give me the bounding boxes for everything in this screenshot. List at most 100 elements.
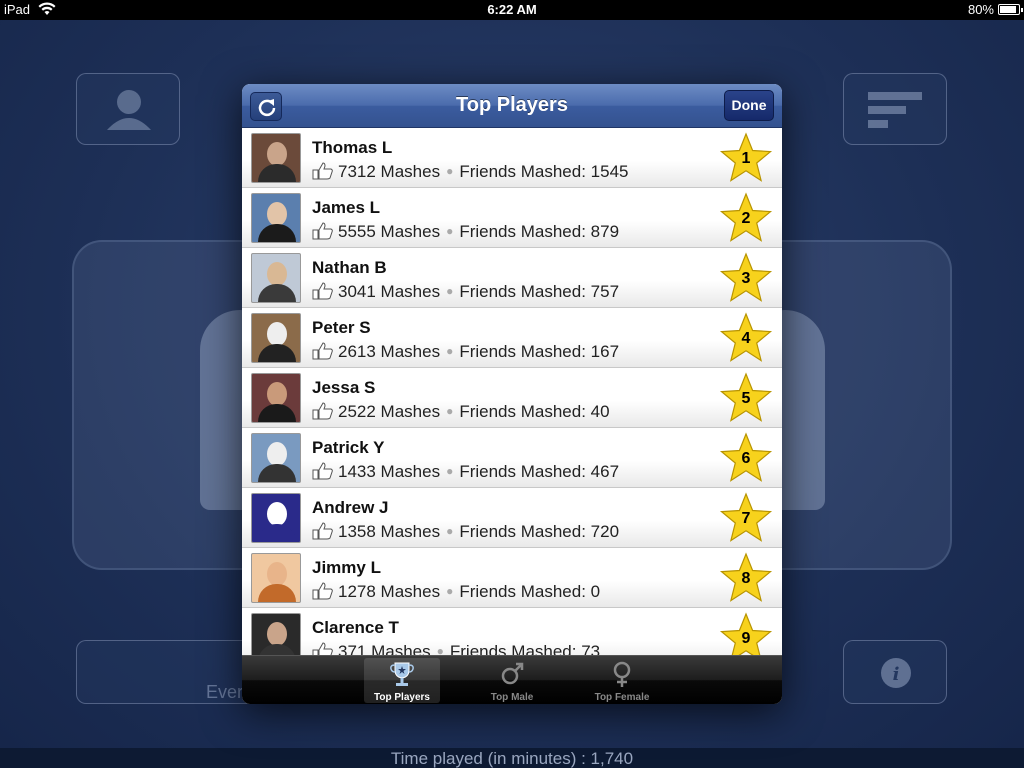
mashes-count: 3041 Mashes [338, 282, 441, 301]
rank-number: 5 [741, 390, 751, 407]
thumbs-up-icon [312, 402, 333, 420]
thumbs-up-icon [312, 642, 333, 655]
rank-number: 1 [741, 150, 751, 167]
player-name: Thomas L [312, 138, 393, 157]
player-stats: 2613 Mashes ● Friends Mashed: 167 [312, 342, 619, 362]
separator-dot: ● [446, 164, 454, 178]
avatar [251, 253, 301, 303]
player-name: Peter S [312, 318, 371, 337]
friends-mashed: Friends Mashed: 1545 [459, 162, 629, 181]
male-symbol-icon [498, 660, 526, 688]
mashes-count: 7312 Mashes [338, 162, 441, 181]
mashes-count: 1358 Mashes [338, 522, 441, 541]
player-stats: 371 Mashes ● Friends Mashed: 73 [312, 642, 600, 655]
separator-dot: ● [446, 284, 454, 298]
player-row[interactable]: Peter S 2613 Mashes ● Friends Mashed: 167 … [242, 308, 782, 368]
player-name: Clarence T [312, 618, 399, 637]
player-row[interactable]: Jimmy L 1278 Mashes ● Friends Mashed: 0 8 [242, 548, 782, 608]
friends-mashed: Friends Mashed: 467 [459, 462, 620, 481]
rank-number: 6 [741, 450, 751, 467]
players-list[interactable]: Thomas L 7312 Mashes ● Friends Mashed: 154… [242, 128, 782, 655]
top-players-popover: Top Players Done Thomas L 7312 Mashes ● Fr… [242, 84, 782, 704]
person-icon [107, 90, 151, 130]
thumbs-up-icon [312, 162, 333, 180]
friends-mashed: Friends Mashed: 720 [459, 522, 620, 541]
rank-number: 3 [741, 270, 751, 287]
mashes-count: 2522 Mashes [338, 402, 441, 421]
player-row[interactable]: Jessa S 2522 Mashes ● Friends Mashed: 40 5 [242, 368, 782, 428]
rank-star-icon: 9 [719, 612, 773, 655]
tab-top-male[interactable]: Top Male [474, 658, 550, 703]
player-row[interactable]: Thomas L 7312 Mashes ● Friends Mashed: 154… [242, 128, 782, 188]
avatar [251, 373, 301, 423]
player-name: Jimmy L [312, 558, 381, 577]
separator-dot: ● [446, 224, 454, 238]
info-icon: i [881, 658, 911, 688]
mashes-count: 5555 Mashes [338, 222, 441, 241]
avatar [251, 313, 301, 363]
separator-dot: ● [436, 644, 444, 655]
player-row[interactable]: Clarence T 371 Mashes ● Friends Mashed: 73… [242, 608, 782, 655]
player-stats: 2522 Mashes ● Friends Mashed: 40 [312, 402, 610, 422]
rank-star-icon: 4 [719, 312, 773, 364]
rank-number: 2 [741, 210, 751, 227]
separator-dot: ● [446, 524, 454, 538]
friends-mashed: Friends Mashed: 879 [459, 222, 620, 241]
friends-mashed: Friends Mashed: 73 [449, 642, 601, 655]
avatar [251, 553, 301, 603]
battery-icon [998, 4, 1023, 15]
thumbs-up-icon [312, 582, 333, 600]
mashes-count: 2613 Mashes [338, 342, 441, 361]
player-name: Nathan B [312, 258, 387, 277]
rank-star-icon: 5 [719, 372, 773, 424]
done-button[interactable]: Done [724, 90, 774, 121]
status-time: 6:22 AM [487, 2, 537, 17]
player-row[interactable]: James L 5555 Mashes ● Friends Mashed: 879 … [242, 188, 782, 248]
avatar [251, 493, 301, 543]
rank-number: 7 [741, 510, 751, 527]
player-stats: 1358 Mashes ● Friends Mashed: 720 [312, 522, 619, 542]
status-bar: iPad 6:22 AM 80% [0, 0, 1024, 20]
profile-button[interactable] [76, 73, 180, 145]
player-name: Andrew J [312, 498, 389, 517]
tab-label: Top Male [490, 692, 534, 703]
everyone-label: Ever [206, 682, 244, 702]
friends-mashed: Friends Mashed: 167 [459, 342, 620, 361]
separator-dot: ● [446, 344, 454, 358]
time-played-label: Time played (in minutes) : 1,740 [390, 749, 634, 768]
player-row[interactable]: Patrick Y 1433 Mashes ● Friends Mashed: 46… [242, 428, 782, 488]
thumbs-up-icon [312, 222, 333, 240]
separator-dot: ● [446, 404, 454, 418]
avatar [251, 133, 301, 183]
rank-star-icon: 1 [719, 132, 773, 184]
popover-title: Top Players [456, 94, 568, 116]
player-name: James L [312, 198, 381, 217]
tab-label: Top Female [594, 692, 650, 703]
tab-label: Top Players [374, 692, 430, 703]
mashes-count: 1433 Mashes [338, 462, 441, 481]
leaderboard-button[interactable] [843, 73, 947, 145]
avatar [251, 613, 301, 655]
bars-icon [868, 92, 922, 128]
rank-number: 9 [741, 630, 751, 647]
player-row[interactable]: Nathan B 3041 Mashes ● Friends Mashed: 757… [242, 248, 782, 308]
friends-mashed: Friends Mashed: 40 [459, 402, 610, 421]
tab-top-players[interactable]: Top Players [364, 658, 440, 703]
rank-star-icon: 7 [719, 492, 773, 544]
thumbs-up-icon [312, 462, 333, 480]
rank-number: 4 [741, 330, 751, 347]
friends-mashed: Friends Mashed: 757 [459, 282, 620, 301]
rank-number: 8 [741, 570, 751, 587]
thumbs-up-icon [312, 522, 333, 540]
player-row[interactable]: Andrew J 1358 Mashes ● Friends Mashed: 720… [242, 488, 782, 548]
friends-mashed: Friends Mashed: 0 [459, 582, 601, 601]
svg-text:i: i [893, 664, 900, 685]
tab-top-female[interactable]: Top Female [584, 658, 660, 703]
mashes-count: 371 Mashes [338, 642, 431, 655]
player-stats: 5555 Mashes ● Friends Mashed: 879 [312, 222, 619, 242]
info-button[interactable]: i [843, 640, 947, 704]
separator-dot: ● [446, 464, 454, 478]
player-stats: 3041 Mashes ● Friends Mashed: 757 [312, 282, 619, 302]
player-name: Patrick Y [312, 438, 385, 457]
rank-star-icon: 3 [719, 252, 773, 304]
